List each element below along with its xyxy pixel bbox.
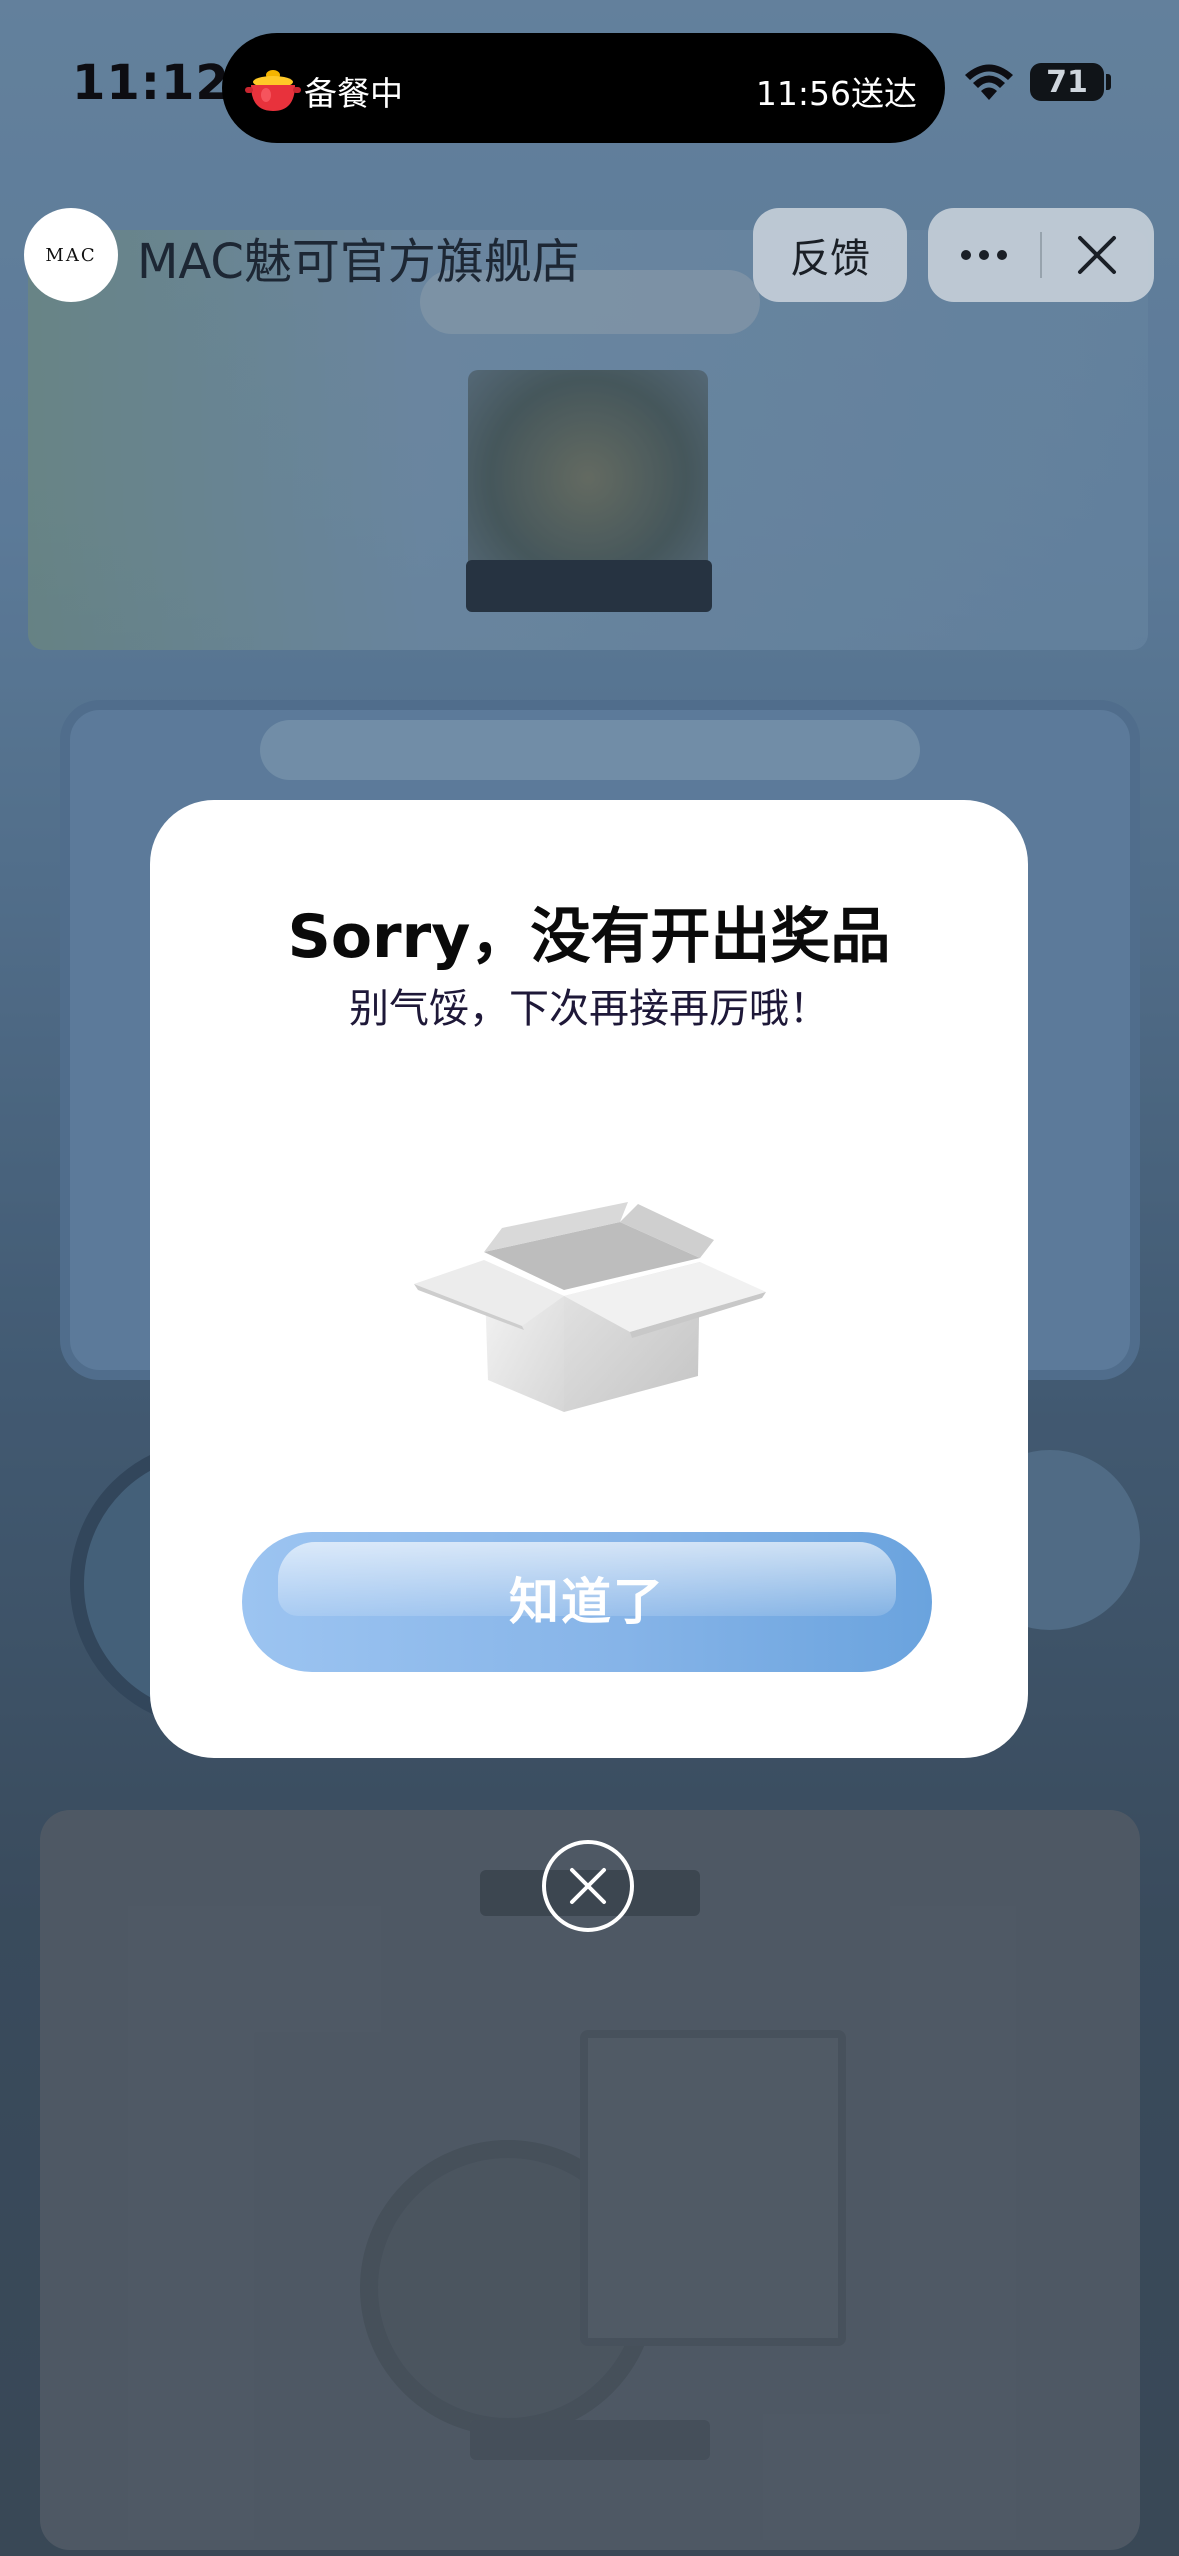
close-icon[interactable] [1072,230,1122,280]
lottery-result-modal: Sorry，没有开出奖品 别气馁，下次再接再厉哦！ 知道了 [150,800,1028,1758]
modal-subtitle: 别气馁，下次再接再厉哦！ [349,986,829,1032]
battery-indicator: 71 [1030,63,1104,101]
dynamic-island-live-activity[interactable]: 备餐中 11:56送达 [222,33,945,143]
feedback-button[interactable]: 反馈 [753,208,907,302]
mini-program-capsule [928,208,1154,302]
circle-close-icon [570,1868,606,1904]
dismiss-button[interactable] [542,1840,634,1932]
store-logo: MAC [45,244,97,266]
battery-tip [1106,74,1111,90]
store-name[interactable]: MAC魅可官方旗舰店 [137,222,580,292]
app-screen: 11:12 备餐中 11:56送达 71 MAC MAC魅可官方旗舰店 反馈 S… [0,0,1179,2556]
wifi-icon [965,64,1013,100]
capsule-divider [1040,232,1042,278]
status-bar-time: 11:12 [72,55,230,111]
cooking-pot-icon [245,70,301,111]
confirm-button[interactable]: 知道了 [242,1532,932,1672]
more-dots-icon[interactable] [954,230,1014,280]
store-avatar[interactable]: MAC [24,208,118,302]
live-activity-status: 备餐中 [304,74,403,113]
modal-title: Sorry，没有开出奖品 [287,902,891,972]
battery-level: 71 [1046,64,1088,100]
confirm-button-label: 知道了 [509,1573,665,1631]
empty-box-icon [414,1202,766,1412]
live-activity-eta: 11:56送达 [755,74,917,113]
